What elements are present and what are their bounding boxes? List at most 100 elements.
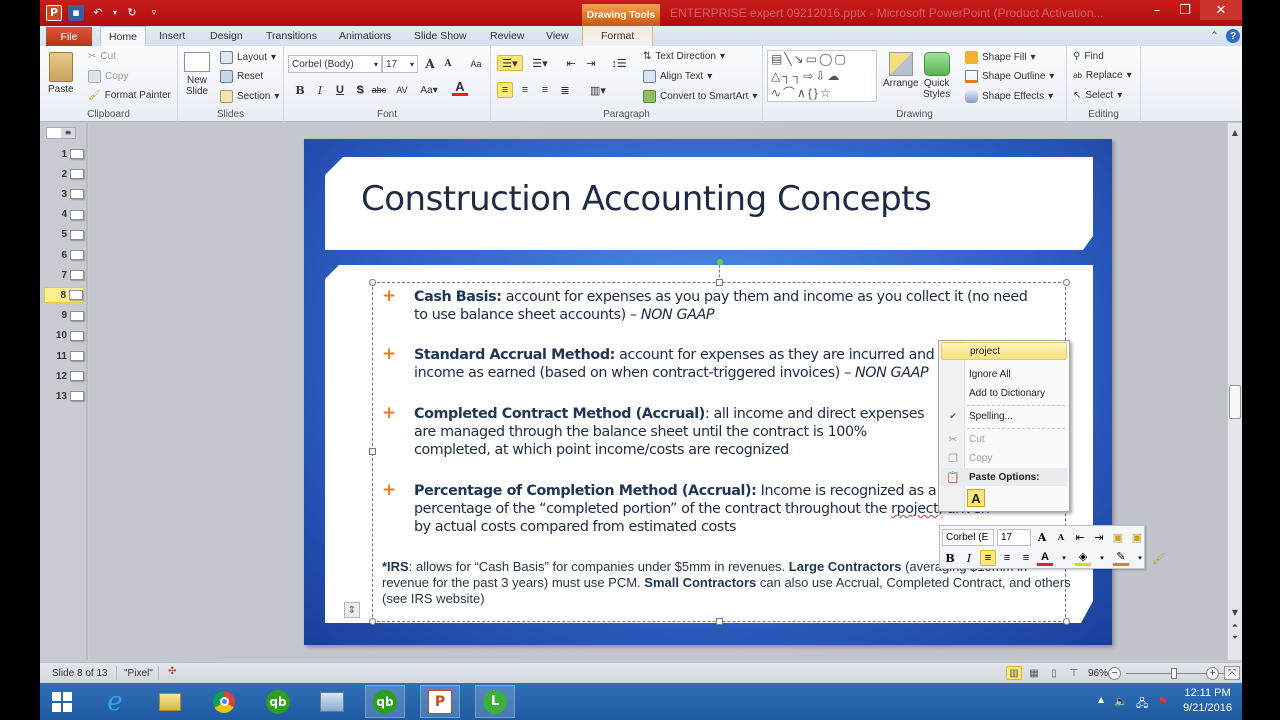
undo-icon[interactable]: ↶ (90, 5, 106, 21)
next-slide-button[interactable]: ⏷ (1228, 631, 1242, 645)
zoom-level[interactable]: 96% (1088, 668, 1108, 679)
slide-sorter-view-button[interactable]: ▦ (1026, 666, 1042, 680)
dropdown-arrow-icon[interactable]: ▾ (1132, 550, 1148, 566)
columns-icon[interactable]: ▥▾ (587, 82, 609, 98)
shape-outline-button[interactable]: Shape Outline ▾ (965, 70, 1054, 83)
bullet-standard-accrual[interactable]: + Standard Accrual Method: account for e… (382, 345, 944, 382)
shapes-gallery[interactable]: ▤╲↘▭◯▢ △┐┐⇨⇩☁ ∿⌒∧{}☆ (767, 50, 877, 102)
resize-handle-top-left[interactable] (369, 279, 376, 286)
resize-handle-top[interactable] (716, 279, 723, 286)
slide-thumbnail-10[interactable]: 10 (44, 328, 84, 344)
change-case-icon[interactable]: Aa▾ (418, 82, 440, 98)
customize-qat-icon[interactable]: ▿ (146, 5, 162, 21)
system-clock[interactable]: 12:11 PM 9/21/2016 (1183, 686, 1232, 716)
scroll-up-arrow[interactable]: ▲ (1228, 125, 1242, 139)
start-button[interactable] (42, 685, 82, 718)
fit-slide-to-window-button[interactable]: ⤧ (1224, 666, 1240, 680)
scrollbar-thumb[interactable] (1229, 385, 1241, 419)
strikethrough-icon[interactable]: abc (371, 82, 387, 98)
grow-font-icon[interactable]: A (1034, 529, 1050, 545)
tab-view[interactable]: View (546, 26, 569, 46)
line-spacing-icon[interactable]: ↕☰ (609, 55, 629, 71)
font-color-icon[interactable]: A (452, 79, 468, 96)
internet-explorer-taskbar[interactable]: e (95, 685, 135, 718)
slide-thumbnail-3[interactable]: 3 (44, 186, 84, 202)
send-backward-icon[interactable]: ▣ (1129, 529, 1145, 545)
slide-show-view-button[interactable]: ⊤ (1066, 666, 1082, 680)
increase-indent-icon[interactable]: ⇥ (1091, 529, 1107, 545)
minimize-button[interactable]: – (1144, 0, 1170, 20)
computer-taskbar[interactable] (312, 685, 352, 718)
tab-design[interactable]: Design (210, 26, 243, 46)
section-button[interactable]: Section ▾ (220, 90, 279, 103)
misspelled-word[interactable]: rpoject, (891, 501, 943, 517)
slide-thumbnail-11[interactable]: 11 (44, 348, 84, 364)
align-center-icon[interactable]: ≡ (999, 550, 1015, 566)
font-color-icon[interactable]: A (1037, 550, 1053, 566)
bullets-icon[interactable]: ☰▾ (497, 55, 523, 71)
mini-font-name-combo[interactable]: Corbel (E (942, 528, 994, 546)
slide-thumbnail-1[interactable]: 1 (44, 146, 84, 162)
italic-icon[interactable]: I (961, 550, 977, 566)
zoom-slider-thumb[interactable] (1170, 668, 1177, 679)
grow-font-icon[interactable]: A (422, 56, 438, 72)
shape-outline-icon[interactable]: ✎ (1113, 550, 1129, 566)
powerpoint-taskbar[interactable]: P (420, 685, 460, 718)
bullet-completed-contract[interactable]: + Completed Contract Method (Accrual): a… (382, 404, 944, 459)
file-explorer-taskbar[interactable] (150, 685, 190, 718)
slide-thumbnail-8[interactable]: 8 (44, 287, 84, 304)
chrome-taskbar[interactable] (204, 685, 244, 718)
shrink-font-icon[interactable]: A (1053, 529, 1069, 545)
slide-thumbnail-9[interactable]: 9 (44, 308, 84, 324)
help-icon[interactable]: ? (1226, 29, 1240, 43)
shrink-font-icon[interactable]: A (440, 56, 456, 72)
bold-icon[interactable]: B (292, 82, 308, 98)
pane-view-tabs[interactable]: ≡ (46, 127, 76, 139)
menu-item-cut[interactable]: ✂ Cut (941, 430, 1067, 448)
tab-review[interactable]: Review (490, 26, 524, 46)
bring-forward-icon[interactable]: ▣ (1110, 529, 1126, 545)
quickbooks-taskbar[interactable]: qb (258, 685, 298, 718)
justify-icon[interactable]: ≣ (557, 82, 573, 98)
slide-thumbnail-5[interactable]: 5 (44, 227, 84, 243)
align-right-icon[interactable]: ≡ (537, 82, 553, 98)
slide-thumbnail-13[interactable]: 13 (44, 388, 84, 404)
replace-button[interactable]: ab Replace ▾ (1073, 70, 1132, 81)
menu-item-copy[interactable]: ❐ Copy (941, 449, 1067, 467)
action-center-flag-icon[interactable]: ⚑ (1158, 695, 1168, 708)
minimize-ribbon-icon[interactable]: ⌃ (1210, 26, 1219, 46)
mini-font-size-combo[interactable]: 17 (997, 528, 1031, 546)
tab-home[interactable]: Home (100, 26, 147, 46)
align-center-icon[interactable]: ≡ (517, 82, 533, 98)
slides-tab-icon[interactable] (47, 128, 61, 138)
show-hidden-icons[interactable]: ▲ (1098, 695, 1104, 704)
new-slide-button[interactable]: New Slide (184, 52, 210, 97)
font-size-combo[interactable]: 17 ▾ (382, 55, 418, 73)
text-direction-button[interactable]: ⇅ Text Direction ▾ (643, 51, 725, 62)
tab-insert[interactable]: Insert (159, 26, 185, 46)
tab-animations[interactable]: Animations (339, 26, 391, 46)
dropdown-arrow-icon[interactable]: ▾ (1094, 550, 1110, 566)
save-icon[interactable]: ▪ (68, 4, 84, 21)
slide-thumbnail-12[interactable]: 12 (44, 368, 84, 384)
format-painter-icon[interactable]: 🖌 (1151, 550, 1167, 566)
format-painter-button[interactable]: 🖌 Format Painter (88, 90, 171, 101)
zoom-in-button[interactable]: + (1206, 667, 1219, 680)
font-name-combo[interactable]: Corbel (Body) ▾ (288, 55, 382, 73)
dropdown-arrow-icon[interactable]: ▾ (1056, 550, 1072, 566)
resize-handle-bottom-left[interactable] (369, 618, 376, 625)
tab-transitions[interactable]: Transitions (266, 26, 317, 46)
character-spacing-icon[interactable]: AV (394, 82, 410, 98)
maximize-button[interactable]: ❐ (1172, 0, 1198, 20)
text-shadow-icon[interactable]: S (352, 82, 368, 98)
tab-file[interactable]: File (46, 27, 92, 46)
autofit-options-icon[interactable]: ⇕ (344, 602, 360, 618)
resize-handle-left[interactable] (369, 448, 376, 455)
undo-dropdown-icon[interactable]: ▾ (112, 5, 118, 21)
volume-icon[interactable]: 🔈 (1114, 695, 1128, 708)
cut-button[interactable]: ✂ Cut (88, 51, 116, 62)
powerpoint-app-icon[interactable]: P (46, 4, 62, 21)
spell-check-status-icon[interactable]: ✣ (168, 666, 176, 677)
find-button[interactable]: ⚲ Find (1073, 51, 1104, 62)
slide-thumbnail-4[interactable]: 4 (44, 207, 84, 223)
